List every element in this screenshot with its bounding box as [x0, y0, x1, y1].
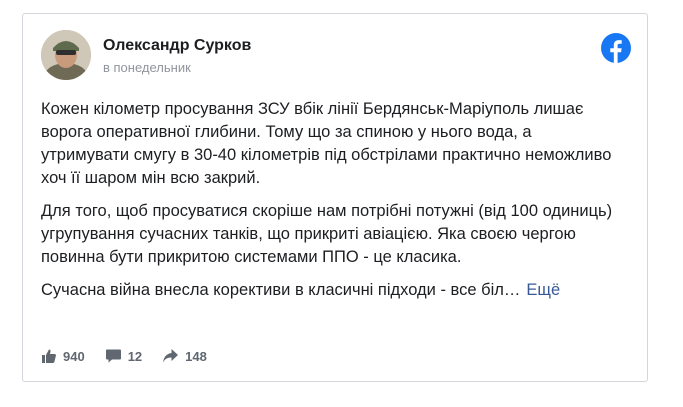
post-header: Олександр Сурков в понедельник	[41, 30, 633, 82]
post-paragraph-truncated: Сучасна війна внесла корективи в класичн…	[41, 279, 621, 302]
share-count: 148	[185, 348, 207, 364]
like-stat[interactable]: 940	[41, 348, 85, 364]
truncated-text: Сучасна війна внесла корективи в класичн…	[41, 281, 521, 299]
share-icon	[163, 349, 179, 363]
post-date[interactable]: в понедельник	[103, 60, 191, 75]
post-body: Кожен кілометр просування ЗСУ вбік лінії…	[41, 98, 621, 312]
see-more-link[interactable]: Ещё	[526, 281, 560, 299]
like-count: 940	[63, 348, 85, 364]
facebook-post-card: Олександр Сурков в понедельник Кожен кіл…	[22, 13, 648, 382]
comment-icon	[105, 349, 121, 363]
post-paragraph: Для того, щоб просуватися скоріше нам по…	[41, 202, 613, 266]
author-name[interactable]: Олександр Сурков	[103, 37, 251, 55]
post-stats: 940 12 148	[41, 346, 227, 366]
comment-count: 12	[127, 348, 143, 364]
post-paragraph: Кожен кілометр просування ЗСУ вбік лінії…	[41, 100, 612, 187]
thumbs-up-icon	[42, 349, 56, 363]
comment-stat[interactable]: 12	[105, 348, 142, 364]
share-stat[interactable]: 148	[162, 348, 207, 364]
avatar[interactable]	[41, 30, 91, 80]
facebook-icon[interactable]	[601, 33, 631, 63]
